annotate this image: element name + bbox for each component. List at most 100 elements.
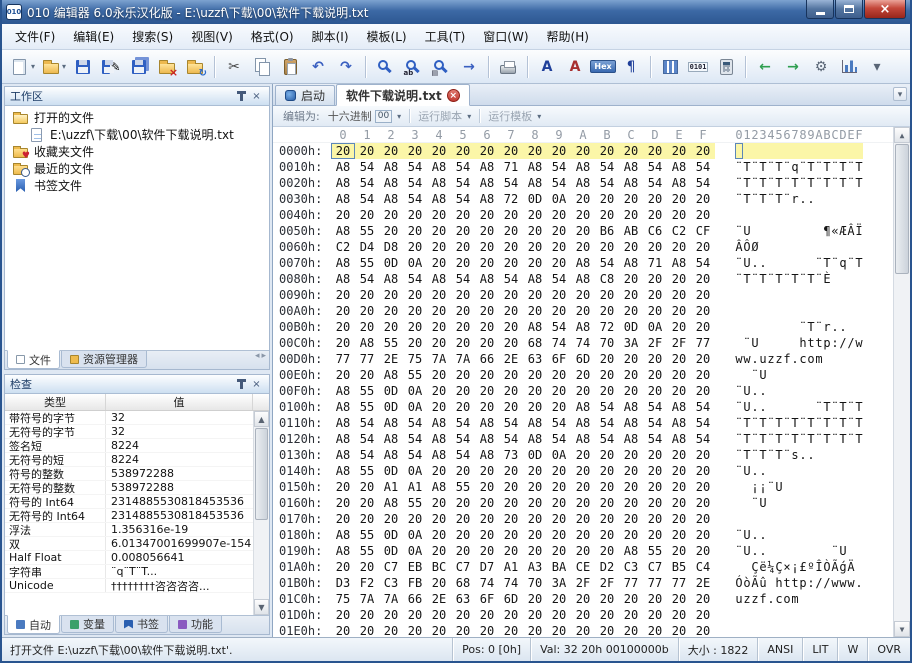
columns-button[interactable] <box>657 54 683 80</box>
hex-byte[interactable]: 55 <box>355 399 379 415</box>
hex-byte[interactable]: A8 <box>427 191 451 207</box>
hex-byte[interactable]: 20 <box>643 239 667 255</box>
paste-button[interactable] <box>277 54 303 80</box>
hex-byte[interactable]: A8 <box>379 367 403 383</box>
ascii-char[interactable] <box>823 543 831 559</box>
hex-byte[interactable]: 20 <box>499 511 523 527</box>
hex-byte[interactable]: 20 <box>355 607 379 623</box>
hex-byte[interactable]: 20 <box>571 511 595 527</box>
hex-byte[interactable]: 54 <box>595 255 619 271</box>
ascii-char[interactable]: ¨ <box>735 255 743 271</box>
hex-byte[interactable]: 54 <box>355 431 379 447</box>
ascii-char[interactable] <box>791 607 799 623</box>
hex-byte[interactable]: 20 <box>499 607 523 623</box>
find-button[interactable] <box>372 54 398 80</box>
hex-byte[interactable]: A8 <box>571 399 595 415</box>
hex-byte[interactable]: 20 <box>379 223 403 239</box>
hex-byte[interactable]: 20 <box>523 607 547 623</box>
hex-byte[interactable]: 54 <box>451 159 475 175</box>
hex-byte[interactable]: 20 <box>667 143 691 159</box>
hex-byte[interactable]: 20 <box>523 143 547 159</box>
scroll-up-icon[interactable]: ▲ <box>894 127 910 143</box>
tree-item-favorite-files[interactable]: 收藏夹文件 <box>5 143 269 160</box>
ascii-char[interactable]: . <box>751 543 759 559</box>
ascii-char[interactable]: T <box>839 431 847 447</box>
hex-byte[interactable]: 54 <box>403 175 427 191</box>
hex-byte[interactable]: 7A <box>451 351 475 367</box>
ascii-char[interactable] <box>735 607 743 623</box>
ascii-char[interactable] <box>775 223 783 239</box>
ascii-char[interactable] <box>839 303 847 319</box>
ascii-char[interactable]: . <box>751 255 759 271</box>
ascii-char[interactable]: Ò <box>823 559 831 575</box>
hex-byte[interactable]: 20 <box>547 239 571 255</box>
hex-byte[interactable]: D4 <box>355 239 379 255</box>
hex-byte[interactable]: 54 <box>547 159 571 175</box>
ascii-char[interactable]: T <box>743 415 751 431</box>
ascii-char[interactable] <box>735 207 743 223</box>
ascii-char[interactable]: ¨ <box>735 399 743 415</box>
ascii-char[interactable]: T <box>807 175 815 191</box>
goto-button[interactable]: → <box>456 54 482 80</box>
ascii-char[interactable]: T <box>807 415 815 431</box>
hex-byte[interactable]: 20 <box>403 287 427 303</box>
ascii-char[interactable] <box>815 223 823 239</box>
ascii-char[interactable]: T <box>759 271 767 287</box>
ascii-char[interactable] <box>743 623 751 637</box>
ascii-char[interactable] <box>807 303 815 319</box>
ascii-char[interactable] <box>791 239 799 255</box>
ascii-char[interactable] <box>799 207 807 223</box>
ascii-char[interactable]: ¨ <box>815 415 823 431</box>
hex-byte[interactable]: 54 <box>643 159 667 175</box>
ascii-char[interactable] <box>847 303 855 319</box>
hex-byte[interactable]: 55 <box>355 463 379 479</box>
ascii-char[interactable] <box>831 303 839 319</box>
ascii-char[interactable] <box>783 479 791 495</box>
ascii-char[interactable] <box>815 287 823 303</box>
hex-byte[interactable]: 0A <box>547 447 571 463</box>
hex-byte[interactable]: 20 <box>619 303 643 319</box>
hex-byte[interactable]: 20 <box>571 207 595 223</box>
hex-byte[interactable]: 20 <box>451 623 475 637</box>
ascii-char[interactable]: T <box>743 271 751 287</box>
hex-byte[interactable]: 20 <box>571 367 595 383</box>
ascii-char[interactable]: ¨ <box>735 223 743 239</box>
hex-byte[interactable]: A8 <box>571 319 595 335</box>
inspector-row[interactable]: 浮法1.356316e-19 <box>5 523 253 537</box>
ascii-char[interactable] <box>791 479 799 495</box>
hex-byte[interactable]: A8 <box>331 527 355 543</box>
ascii-char[interactable] <box>799 623 807 637</box>
ascii-char[interactable] <box>847 383 855 399</box>
ascii-char[interactable] <box>751 143 759 159</box>
hex-byte[interactable]: 2F <box>595 575 619 591</box>
hex-byte[interactable]: 20 <box>451 383 475 399</box>
tab-auto[interactable]: 自动 <box>7 615 60 634</box>
inspector-row[interactable]: 带符号的字节32 <box>5 411 253 425</box>
ascii-char[interactable] <box>855 239 863 255</box>
hex-byte[interactable]: 20 <box>547 543 571 559</box>
hex-byte[interactable]: 72 <box>499 191 523 207</box>
hex-byte[interactable]: D2 <box>595 559 619 575</box>
hex-byte[interactable]: 20 <box>571 287 595 303</box>
hex-byte[interactable]: 0D <box>379 383 403 399</box>
scroll-track[interactable] <box>254 427 269 599</box>
ascii-char[interactable] <box>831 479 839 495</box>
hex-byte[interactable]: 2F <box>667 335 691 351</box>
hex-byte[interactable]: 0D <box>523 447 547 463</box>
minimize-button[interactable] <box>806 0 834 19</box>
hex-row[interactable]: 0090h:20202020202020202020202020202020 <box>273 287 910 303</box>
ascii-char[interactable] <box>783 623 791 637</box>
hex-byte[interactable]: 20 <box>451 319 475 335</box>
hex-byte[interactable]: 20 <box>427 287 451 303</box>
tab-list-button[interactable]: ▾ <box>893 87 907 101</box>
hex-byte[interactable]: 20 <box>475 367 499 383</box>
hex-byte[interactable]: 54 <box>691 431 715 447</box>
ascii-char[interactable]: T <box>855 255 863 271</box>
ascii-char[interactable] <box>815 495 823 511</box>
ascii-char[interactable] <box>855 543 863 559</box>
ascii-char[interactable]: ¨ <box>735 271 743 287</box>
ascii-char[interactable] <box>839 607 847 623</box>
hex-byte[interactable]: 20 <box>691 623 715 637</box>
ascii-char[interactable]: . <box>791 351 799 367</box>
ascii-char[interactable]: t <box>807 335 815 351</box>
